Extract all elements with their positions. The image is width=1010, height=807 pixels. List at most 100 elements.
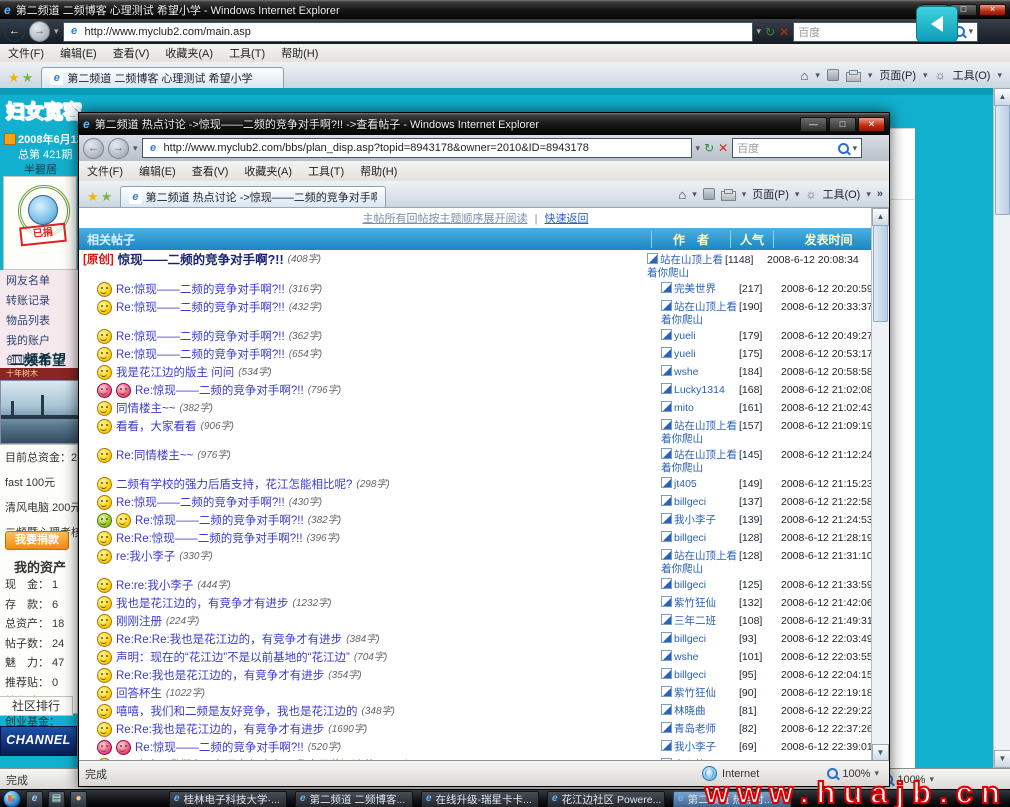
print-icon[interactable]	[846, 72, 861, 82]
stop-icon[interactable]: ✕	[718, 141, 728, 155]
expand-all-link[interactable]: 主帖所有回帖按主题顺序展开阅读	[363, 213, 528, 225]
taskbar-window-button[interactable]: e 花江边社区 Powere...	[547, 791, 665, 807]
author-link[interactable]: billgeci	[674, 579, 706, 591]
tab-thread[interactable]: e 第二频道 热点讨论 ->惊现——二频的竞争对手啊...	[120, 186, 386, 207]
author-link[interactable]: 林晓曲	[674, 705, 706, 717]
post-title-link[interactable]: Re:惊现——二频的竞争对手啊?!!	[116, 283, 285, 297]
close-button[interactable]: ×	[979, 4, 1006, 16]
post-title-link[interactable]: re:我小李子	[116, 550, 175, 564]
quicklaunch-media-icon[interactable]: ●	[70, 791, 87, 807]
quicklaunch-ie-icon[interactable]: e	[26, 791, 43, 807]
scroll-thumb[interactable]	[995, 105, 1010, 215]
favorites-star-icon[interactable]: ★	[8, 71, 20, 84]
address-bar[interactable]: e http://www.myclub2.com/main.asp	[63, 22, 753, 42]
author-link[interactable]: wshe	[674, 366, 699, 378]
scroll-up-arrow[interactable]: ▲	[872, 208, 889, 226]
author-link[interactable]: 青岛老师	[674, 723, 716, 735]
page-menu-button[interactable]: 页面(P)	[752, 186, 789, 202]
post-title-link[interactable]: 看看，大家看看	[116, 420, 197, 434]
feeds-icon[interactable]	[703, 188, 715, 200]
post-title-link[interactable]: Re:惊现——二频的竞争对手啊?!!	[135, 384, 304, 398]
minimize-button[interactable]: —	[800, 117, 827, 132]
maximize-button[interactable]: □	[829, 117, 856, 132]
menu-item[interactable]: 查看(V)	[192, 163, 229, 179]
post-title-link[interactable]: Re:Re:惊现——二频的竞争对手啊?!!	[116, 532, 303, 546]
post-title-link[interactable]: Re:惊现——二频的竞争对手啊?!!	[135, 741, 304, 755]
post-title-link[interactable]: 同情楼主~~	[116, 402, 175, 416]
taskbar-window-button[interactable]: e 在线升级-瑞星卡卡...	[421, 791, 539, 807]
post-title-link[interactable]: Re:惊现——二频的竞争对手啊?!!	[116, 330, 285, 344]
toolbar-overflow-button[interactable]: »	[877, 188, 883, 200]
post-title-link[interactable]: 回答杯生	[116, 687, 162, 701]
post-title-link[interactable]: Re:Re:我也是花江边的，有竞争才有进步	[116, 669, 324, 683]
forward-button[interactable]: →	[29, 21, 50, 42]
back-button[interactable]: ←	[4, 21, 25, 42]
search-dropdown-icon[interactable]: ▾	[969, 26, 974, 37]
author-link[interactable]: jt405	[674, 478, 697, 490]
main-scrollbar[interactable]: ▲ ▼	[993, 88, 1010, 768]
scroll-up-arrow[interactable]: ▲	[994, 88, 1010, 106]
post-title-link[interactable]: Re:惊现——二频的竞争对手啊?!!	[135, 514, 304, 528]
author-link[interactable]: 完美世界	[674, 283, 716, 295]
search-dropdown-icon[interactable]: ▾	[853, 143, 858, 154]
menu-item[interactable]: 文件(F)	[87, 163, 123, 179]
back-button[interactable]: ←	[83, 138, 104, 159]
quick-return-link[interactable]: 快速返回	[544, 213, 588, 225]
menu-item[interactable]: 编辑(E)	[60, 45, 97, 61]
print-dropdown-icon[interactable]: ▾	[742, 189, 747, 200]
post-title-link[interactable]: 我也是花江边的，有竞争才有进步	[116, 597, 289, 611]
post-title-link[interactable]: 惊现——二频的竞争对手啊?!!	[118, 253, 284, 267]
tools-menu-button[interactable]: 工具(O)	[953, 67, 991, 83]
address-bar[interactable]: e http://www.myclub2.com/bbs/plan_disp.a…	[142, 138, 692, 158]
author-link[interactable]: 紫竹狂仙	[674, 597, 716, 609]
history-dropdown-icon[interactable]: ▾	[54, 26, 59, 37]
feeds-icon[interactable]	[827, 69, 839, 81]
menu-item[interactable]: 帮助(H)	[360, 163, 397, 179]
post-title-link[interactable]: Re:惊现——二频的竞争对手啊?!!	[116, 348, 285, 362]
author-link[interactable]: mito	[674, 402, 694, 414]
author-link[interactable]: billgeci	[674, 496, 706, 508]
scroll-thumb[interactable]	[873, 225, 888, 322]
menu-item[interactable]: 查看(V)	[113, 45, 150, 61]
author-link[interactable]: 站在山顶上看着你爬山	[661, 420, 737, 445]
author-link[interactable]: 三年二班	[674, 615, 716, 627]
author-link[interactable]: Lucky1314	[674, 384, 725, 396]
add-favorite-icon[interactable]: ★	[22, 71, 34, 84]
address-dropdown-icon[interactable]: ▾	[696, 143, 701, 154]
home-dropdown-icon[interactable]: ▾	[815, 70, 820, 81]
print-icon[interactable]	[721, 191, 736, 201]
add-favorite-icon[interactable]: ★	[101, 190, 113, 203]
menu-item[interactable]: 工具(T)	[229, 45, 265, 61]
post-title-link[interactable]: Re:同情楼主~~	[116, 449, 193, 463]
sidebar-link[interactable]: 转账记录	[6, 292, 84, 308]
menu-item[interactable]: 收藏夹(A)	[244, 163, 292, 179]
forward-button[interactable]: →	[108, 138, 129, 159]
history-dropdown-icon[interactable]: ▾	[133, 143, 138, 154]
author-link[interactable]: 我小李子	[674, 741, 716, 753]
print-dropdown-icon[interactable]: ▾	[868, 70, 873, 81]
start-button[interactable]	[3, 790, 21, 807]
tools-menu-button[interactable]: 工具(O)	[822, 186, 860, 202]
menu-item[interactable]: 帮助(H)	[281, 45, 318, 61]
author-link[interactable]: wshe	[674, 651, 699, 663]
sidebar-link[interactable]: 物品列表	[6, 312, 84, 328]
post-title-link[interactable]: 二频有学校的强力后盾支持，花江怎能相比呢?	[116, 478, 352, 492]
tab-main[interactable]: e 第二频道 二频博客 心理测试 希望小学	[41, 67, 284, 88]
post-title-link[interactable]: Re:re:我小李子	[116, 579, 193, 593]
donate-button[interactable]: 我要捐款	[5, 531, 69, 550]
menu-item[interactable]: 工具(T)	[308, 163, 344, 179]
search-icon[interactable]	[838, 143, 849, 154]
post-title-link[interactable]: 我是花江边的版主 问问	[116, 366, 234, 380]
menu-item[interactable]: 编辑(E)	[139, 163, 176, 179]
home-icon[interactable]: ⌂	[800, 68, 808, 83]
menu-item[interactable]: 文件(F)	[8, 45, 44, 61]
refresh-icon[interactable]: ↻	[765, 25, 775, 39]
quicklaunch-desktop-icon[interactable]: ▤	[48, 791, 65, 807]
post-title-link[interactable]: 声明：现在的“花江边”不是以前基地的“花江边”	[116, 651, 350, 665]
home-icon[interactable]: ⌂	[678, 187, 686, 202]
author-link[interactable]: 紫竹狂仙	[674, 687, 716, 699]
author-link[interactable]: 站在山顶上看着你爬山	[647, 254, 723, 279]
address-dropdown-icon[interactable]: ▾	[757, 26, 762, 37]
post-title-link[interactable]: Re:Re:Re:我也是花江边的，有竞争才有进步	[116, 633, 342, 647]
author-link[interactable]: 站在山顶上看着你爬山	[661, 301, 737, 326]
